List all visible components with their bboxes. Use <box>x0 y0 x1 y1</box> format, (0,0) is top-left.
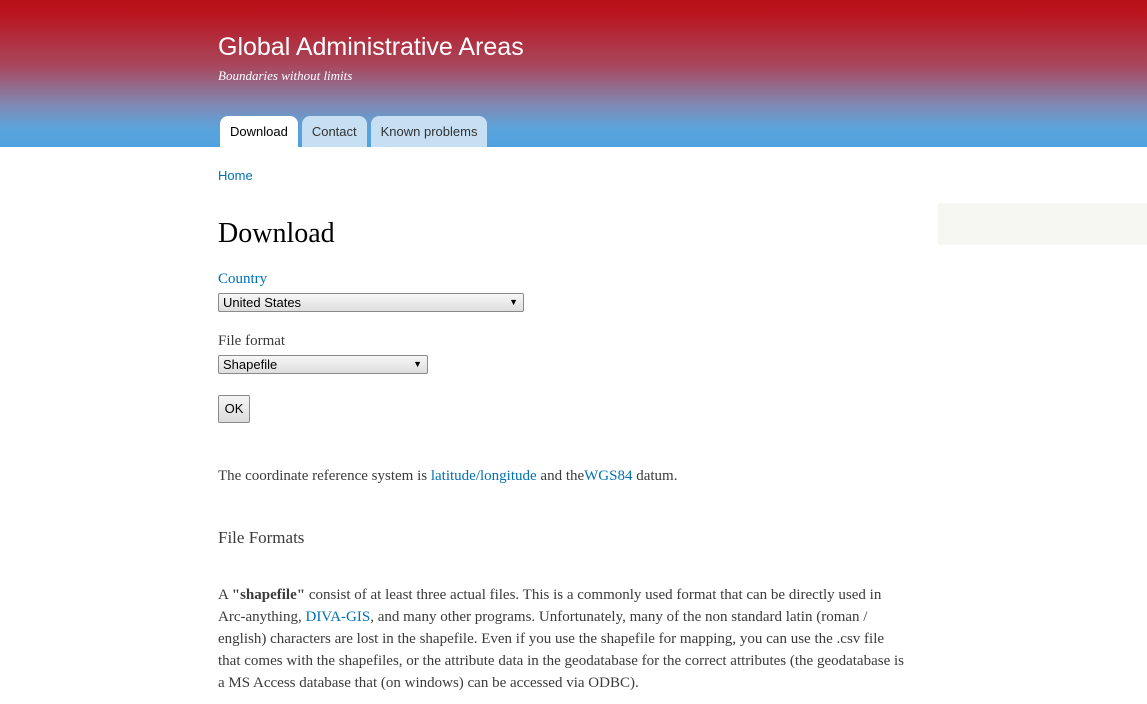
file-format-label: File format <box>218 333 286 349</box>
tab-contact[interactable]: Contact <box>301 116 367 147</box>
file-format-select-value: Shapefile <box>223 357 278 372</box>
ok-button[interactable]: OK <box>218 395 250 423</box>
wgs84-link[interactable]: WGS84 <box>584 468 632 484</box>
site-name[interactable]: Global Administrative Areas <box>218 32 524 62</box>
shapefile-text-1: A <box>218 587 232 603</box>
crs-text-3: datum. <box>632 468 678 484</box>
crs-text-1: The coordinate reference system is <box>218 468 431 484</box>
file-formats-heading: File Formats <box>218 528 305 547</box>
file-format-select[interactable]: Shapefile ▼ <box>218 355 428 374</box>
shapefile-paragraph: A "shapefile" consist of at least three … <box>218 584 908 694</box>
chevron-down-icon: ▼ <box>509 297 518 307</box>
crs-text-2: and the <box>536 468 585 484</box>
crs-paragraph: The coordinate reference system is latit… <box>218 465 908 487</box>
tab-download[interactable]: Download <box>220 116 298 147</box>
chevron-down-icon: ▼ <box>413 359 422 369</box>
tab-known-problems[interactable]: Known problems <box>370 116 488 147</box>
sidebar-block <box>938 203 1147 245</box>
main-menu: Download Contact Known problems <box>220 116 488 147</box>
diva-gis-link[interactable]: DIVA-GIS <box>305 609 370 625</box>
page-title: Download <box>218 218 335 249</box>
site-header: Global Administrative Areas Boundaries w… <box>0 0 1147 147</box>
shapefile-term: "shapefile" <box>231 587 306 603</box>
latitude-longitude-link[interactable]: latitude/longitude <box>431 468 537 484</box>
site-slogan: Boundaries without limits <box>218 68 353 83</box>
country-select[interactable]: United States ▼ <box>218 293 524 312</box>
country-label[interactable]: Country <box>218 271 267 288</box>
country-select-value: United States <box>223 295 302 310</box>
breadcrumb-home-link[interactable]: Home <box>218 168 253 183</box>
